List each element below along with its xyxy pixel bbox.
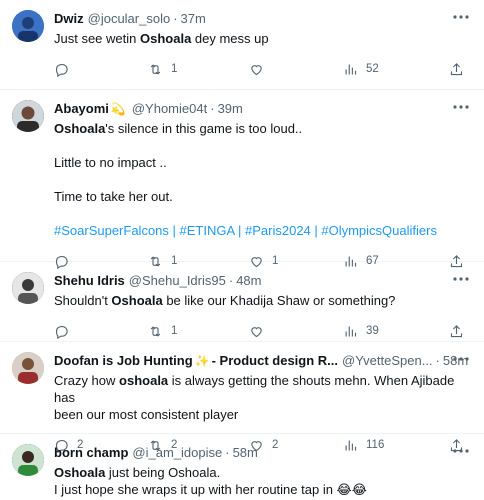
more-icon[interactable] <box>452 272 470 286</box>
display-name[interactable]: Dwiz <box>54 11 84 26</box>
views-button[interactable]: 39 <box>343 324 434 339</box>
timestamp[interactable]: 37m <box>181 11 206 26</box>
reply-icon <box>55 63 68 77</box>
tweet[interactable]: Dwiz @jocular_solo · 37m Just see wetin … <box>0 0 484 90</box>
name-emoji: 💫 <box>110 101 126 116</box>
share-button[interactable] <box>449 324 464 339</box>
name-emoji: ✨ <box>194 353 210 368</box>
display-name-suffix[interactable]: - Product design R... <box>212 353 338 368</box>
tweet-text: Oshoala just being Oshoala. I just hope … <box>54 465 367 497</box>
share-icon <box>450 62 463 75</box>
heart-icon <box>251 326 262 337</box>
retweet-button[interactable]: 1 <box>148 324 249 339</box>
heart-icon <box>251 64 262 75</box>
timestamp[interactable]: 48m <box>236 273 261 288</box>
user-handle[interactable]: @i_am_idopise <box>132 445 222 460</box>
tweet-actions: 1 52 <box>54 51 472 87</box>
tweet-text: Shouldn't Oshoala be like our Khadija Sh… <box>54 293 396 308</box>
retweet-icon <box>150 325 161 337</box>
retweet-icon <box>150 63 161 75</box>
retweet-button[interactable]: 1 <box>148 62 249 77</box>
reply-button[interactable] <box>54 62 148 77</box>
user-handle[interactable]: @Shehu_Idris95 <box>129 273 226 288</box>
more-icon[interactable] <box>452 352 470 366</box>
timestamp[interactable]: 58m <box>233 445 258 460</box>
timestamp[interactable]: 39m <box>218 101 243 116</box>
views-button[interactable]: 52 <box>343 62 434 77</box>
views-icon <box>345 64 357 74</box>
avatar[interactable] <box>12 352 44 384</box>
avatar[interactable] <box>12 272 44 304</box>
like-button[interactable] <box>249 62 343 77</box>
tweet[interactable]: Abayomi 💫 @Yhomie04t · 39m Oshoala's sil… <box>0 90 484 269</box>
tweet-text: Crazy how oshoala is always getting the … <box>54 373 455 422</box>
avatar[interactable] <box>12 10 44 42</box>
display-name[interactable]: Shehu Idris <box>54 273 125 288</box>
tweet[interactable]: born champ @i_am_idopise · 58m Oshoala j… <box>0 434 484 500</box>
display-name[interactable]: Doofan is Job Hunting <box>54 353 193 368</box>
tweet-text: Just see wetin Oshoala dey mess up <box>54 31 269 46</box>
hashtag-links[interactable]: #SoarSuperFalcons | #ETINGA | #Paris2024… <box>54 222 472 239</box>
user-handle[interactable]: @YvetteSpen... <box>342 353 433 368</box>
tweet[interactable]: Doofan is Job Hunting ✨ - Product design… <box>0 342 484 453</box>
reply-icon <box>55 325 68 339</box>
like-button[interactable] <box>249 324 343 339</box>
tweet-feed: Dwiz @jocular_solo · 37m Just see wetin … <box>0 0 484 500</box>
share-button[interactable] <box>449 62 464 77</box>
avatar[interactable] <box>12 100 44 132</box>
user-handle[interactable]: @Yhomie04t <box>132 101 207 116</box>
user-handle[interactable]: @jocular_solo <box>88 11 171 26</box>
more-icon[interactable] <box>452 100 470 114</box>
tweet[interactable]: Shehu Idris @Shehu_Idris95 · 48m Shouldn… <box>0 262 484 342</box>
display-name[interactable]: born champ <box>54 445 128 460</box>
avatar[interactable] <box>12 444 44 476</box>
more-icon[interactable] <box>452 10 470 24</box>
share-icon <box>450 324 463 337</box>
tweet-text: Oshoala's silence in this game is too lo… <box>54 120 472 239</box>
reply-button[interactable] <box>54 324 148 339</box>
display-name[interactable]: Abayomi <box>54 101 109 116</box>
more-icon[interactable] <box>452 444 470 458</box>
views-icon <box>345 326 357 336</box>
